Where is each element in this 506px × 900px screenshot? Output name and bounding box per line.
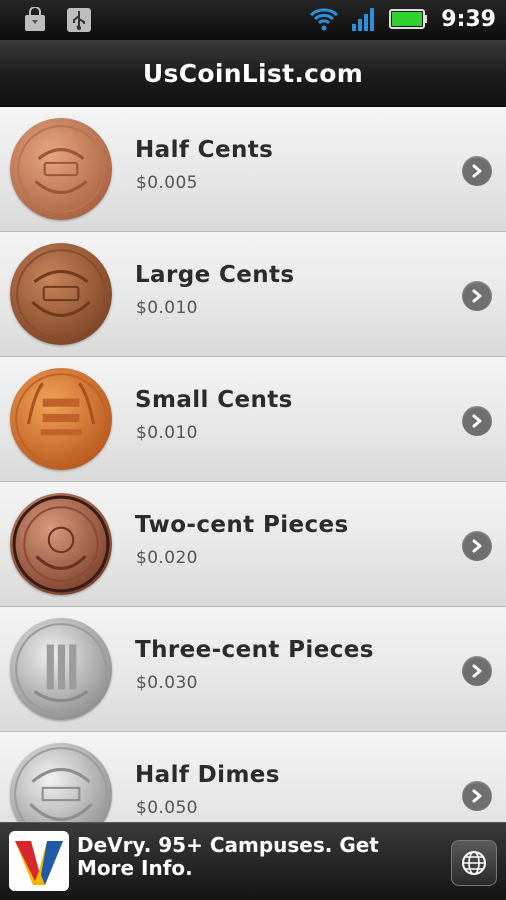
ad-text[interactable]: DeVry. 95+ Campuses. Get More Info. <box>77 834 417 880</box>
coin-name: Three-cent Pieces <box>135 637 374 663</box>
shopping-bag-icon <box>25 7 45 31</box>
coin-name: Small Cents <box>135 387 293 413</box>
wifi-icon <box>310 8 339 31</box>
status-time: 9:39 <box>441 6 496 32</box>
chevron-right-icon[interactable] <box>462 531 492 561</box>
small-cent-coin-icon <box>10 368 112 470</box>
ad-banner[interactable]: DeVry. 95+ Campuses. Get More Info. <box>0 822 506 900</box>
two-cent-coin-icon <box>10 493 112 595</box>
half-cent-coin-icon <box>10 118 112 220</box>
coin-price: $0.005 <box>136 173 198 193</box>
devry-logo-icon <box>9 831 69 891</box>
coin-price: $0.030 <box>136 673 198 693</box>
coin-price: $0.010 <box>136 298 198 318</box>
list-item-large-cents[interactable]: Large Cents $0.010 <box>0 232 506 357</box>
title-bar: UsCoinList.com <box>0 40 506 107</box>
chevron-right-icon[interactable] <box>462 406 492 436</box>
list-item-small-cents[interactable]: Small Cents $0.010 <box>0 357 506 482</box>
coin-name: Half Dimes <box>135 762 280 788</box>
globe-icon[interactable] <box>451 840 497 886</box>
chevron-right-icon[interactable] <box>462 156 492 186</box>
coin-name: Two-cent Pieces <box>135 512 349 538</box>
battery-icon <box>389 9 428 29</box>
list-item-two-cent-pieces[interactable]: Two-cent Pieces $0.020 <box>0 482 506 607</box>
chevron-right-icon[interactable] <box>462 781 492 811</box>
coin-price: $0.010 <box>136 423 198 443</box>
coin-name: Half Cents <box>135 137 274 163</box>
coin-price: $0.020 <box>136 548 198 568</box>
status-bar: 9:39 <box>0 0 506 40</box>
coin-list: Half Cents $0.005 Large Cents $0.010 Sma… <box>0 107 506 857</box>
chevron-right-icon[interactable] <box>462 656 492 686</box>
list-item-three-cent-pieces[interactable]: Three-cent Pieces $0.030 <box>0 607 506 732</box>
page-title: UsCoinList.com <box>142 58 364 88</box>
list-item-half-cents[interactable]: Half Cents $0.005 <box>0 107 506 232</box>
signal-icon <box>352 8 375 31</box>
large-cent-coin-icon <box>10 243 112 345</box>
chevron-right-icon[interactable] <box>462 281 492 311</box>
coin-name: Large Cents <box>135 262 295 288</box>
app-screen: 9:39 UsCoinList.com Half Cents $0.005 La… <box>0 0 506 900</box>
three-cent-coin-icon <box>10 618 112 720</box>
coin-price: $0.050 <box>136 798 198 818</box>
usb-icon <box>67 8 91 32</box>
